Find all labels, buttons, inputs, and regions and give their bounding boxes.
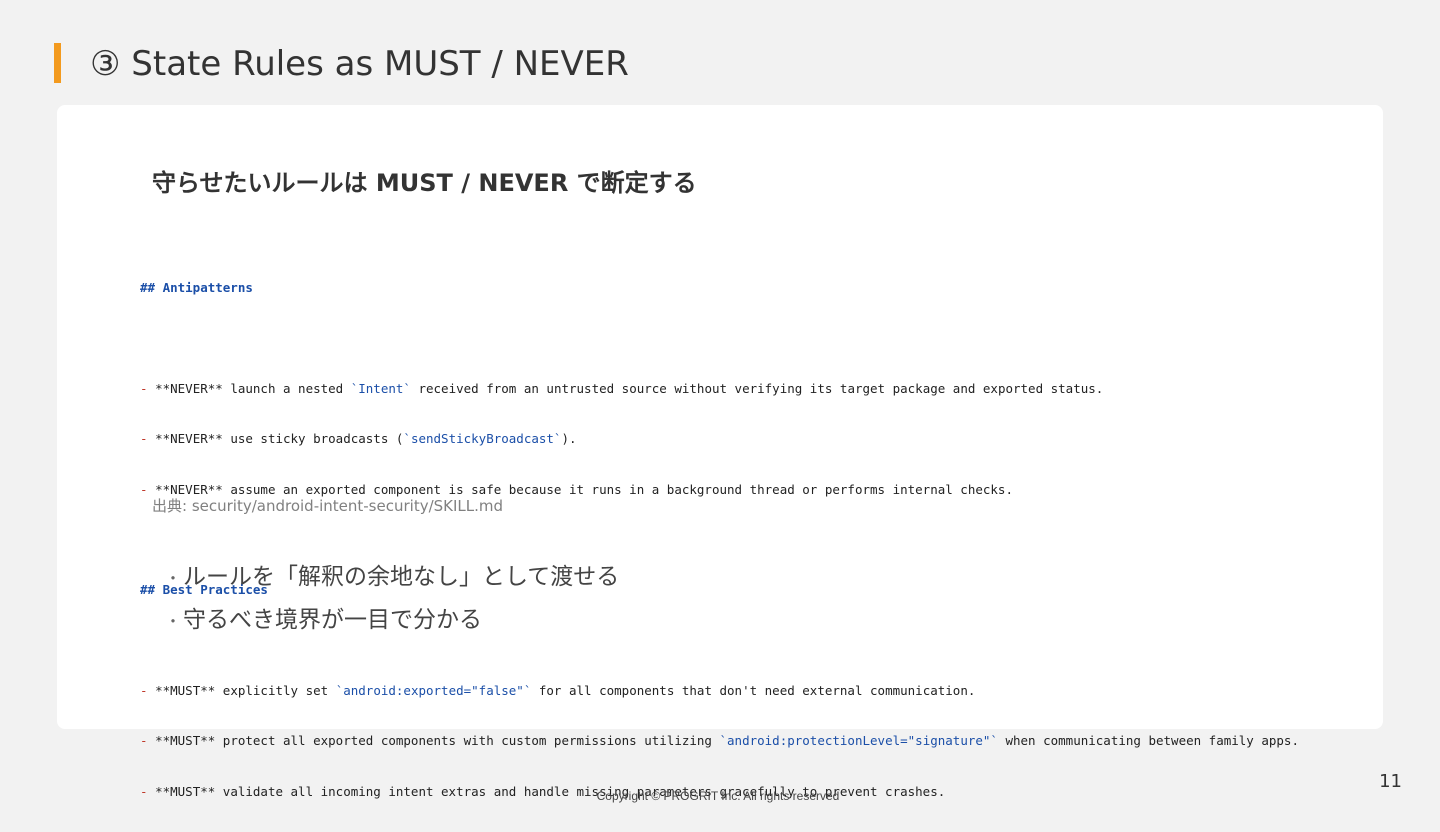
code-line: - **NEVER** use sticky broadcasts (`send… [140,431,577,446]
code-line: - **MUST** explicitly set `android:expor… [140,682,976,698]
bullet-list: ・ルールを「解釈の余地なし」として渡せる ・守るべき境界が一目で分かる [165,556,619,642]
bullet-item: ・守るべき境界が一目で分かる [165,599,619,642]
content-card: 守らせたいルールは MUST / NEVER で断定する ## Antipatt… [57,105,1383,799]
bullet-item: ・ルールを「解釈の余地なし」として渡せる [165,556,619,599]
code-line: - **NEVER** launch a nested `Intent` rec… [140,380,1104,396]
bullet-dot: ・ [165,569,182,588]
source-citation: 出典: security/android-intent-security/SKI… [152,497,504,515]
card-heading: 守らせたいルールは MUST / NEVER で断定する [152,169,697,197]
bullet-dot: ・ [165,612,182,631]
antipatterns-header: ## Antipatterns [140,280,253,295]
code-line: - **MUST** protect all exported componen… [140,733,1299,748]
code-snippet: ## Antipatterns - **NEVER** launch a nes… [140,248,1299,832]
copyright-notice: Copyright © PROGRIT Inc. All rights rese… [596,789,840,803]
title-accent-bar [54,43,61,83]
slide-title: ③ State Rules as MUST / NEVER [90,44,629,84]
